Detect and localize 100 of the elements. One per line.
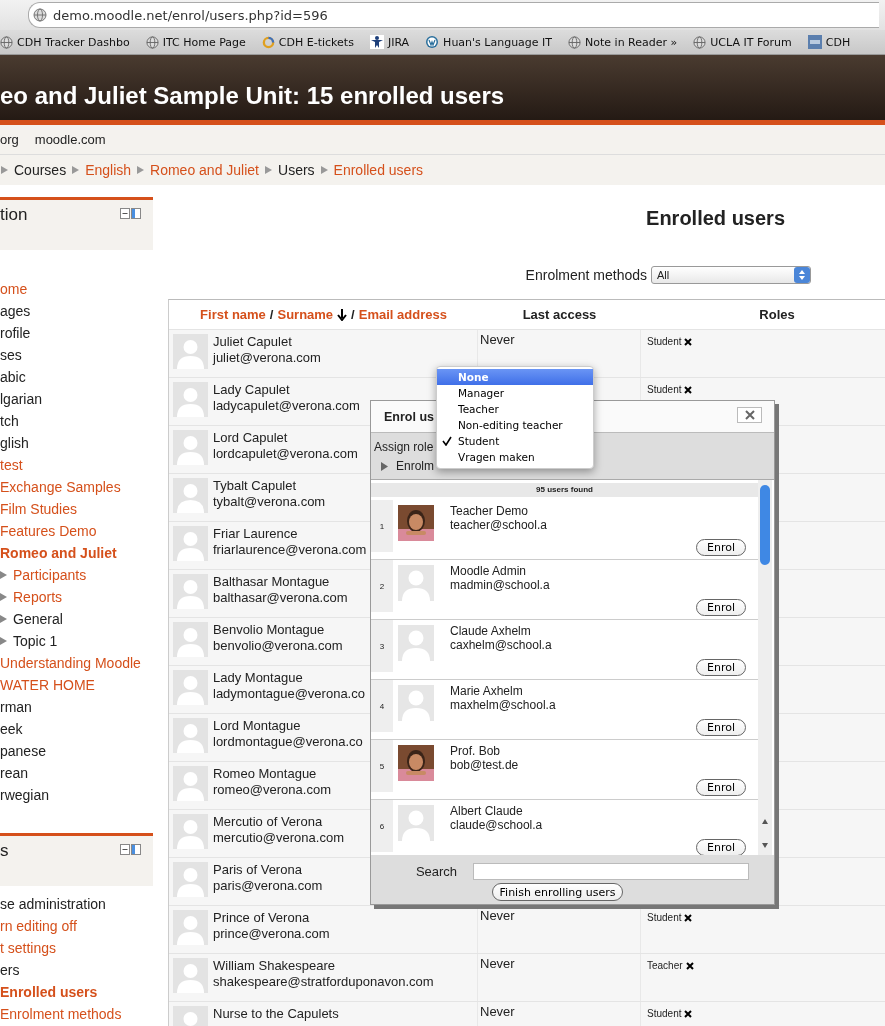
nav-item[interactable]: test [0,454,23,476]
remove-icon[interactable] [684,385,693,394]
ring-icon[interactable] [261,35,275,49]
nav-item[interactable]: rofile [0,322,31,344]
user-name: Lady Capulet [213,382,291,398]
bookmark-link[interactable]: ITC Home Page [162,35,246,49]
nav-item[interactable]: ers [0,959,20,981]
globe-icon[interactable] [0,35,13,49]
bookmark-link[interactable]: CDH E-tickets [278,35,354,49]
expand-arrow-icon[interactable] [0,570,7,580]
enrol-button[interactable]: Enrol [696,779,746,796]
nav-item[interactable]: Understanding Moodle [0,652,141,674]
remove-icon[interactable] [685,961,694,970]
finish-button[interactable]: Finish enrolling users [491,883,624,901]
sort-link[interactable]: Email address [358,307,447,322]
expand-arrow-icon[interactable] [0,592,7,602]
globe-icon[interactable] [568,35,582,49]
bookmark-link[interactable]: CDH Tracker Dashbo [17,35,130,49]
nav-item[interactable]: abic [0,366,26,388]
nav-item[interactable]: Enrolment methods [0,1003,122,1025]
nav-item[interactable]: Enrolled users [0,981,98,1003]
nav-item[interactable]: rwegian [0,784,50,806]
breadcrumb-item[interactable]: Enrolled users [333,162,424,178]
block-controls-icon[interactable] [120,844,141,855]
bookmark-link[interactable]: JIRA [387,35,410,49]
nav-link[interactable]: org [0,132,19,147]
bookmark-link[interactable]: Note in Reader » [585,35,678,49]
nav-item[interactable]: ome [0,278,28,300]
nav-item[interactable]: t settings [0,937,57,959]
address-bar[interactable]: demo.moodle.net/enrol/users.php?id=596 [28,2,879,28]
enrol-button[interactable]: Enrol [696,659,746,676]
menu-item[interactable]: Non-editing teacher [437,417,593,433]
menu-item[interactable]: Manager [437,385,593,401]
options-label[interactable]: Enrolm [396,459,434,473]
nav-item[interactable]: Topic 1 [13,630,58,652]
menu-item[interactable]: Teacher [437,401,593,417]
breadcrumb-arrow-icon [264,165,273,175]
enrol-button[interactable]: Enrol [696,539,746,556]
figure-icon[interactable] [369,35,384,49]
nav-item[interactable]: Film Studies [0,498,78,520]
menu-item[interactable]: Student [437,433,593,449]
nav-item[interactable]: WATER HOME [0,674,95,696]
square-icon[interactable] [807,35,822,49]
sort-link[interactable]: First name [200,307,266,322]
role-tag: Student [647,912,682,923]
user-name: Paris of Verona [213,862,303,878]
nav-item[interactable]: eek [0,718,23,740]
nav-item[interactable]: rn editing off [0,915,77,937]
enrol-button[interactable]: Enrol [696,599,746,616]
nav-item[interactable]: ses [0,344,22,366]
expand-arrow-icon[interactable] [0,614,7,624]
avatar-icon [173,718,208,753]
nav-item[interactable]: tch [0,410,19,432]
nav-item[interactable]: Features Demo [0,520,97,542]
search-field[interactable] [473,863,750,880]
close-button[interactable] [737,407,762,423]
nav-item[interactable]: rean [0,762,29,784]
nav-item[interactable]: Exchange Samples [0,476,121,498]
nav-item[interactable]: Romeo and Juliet [0,542,117,564]
menu-item[interactable]: None [437,369,593,385]
remove-icon[interactable] [684,913,693,922]
nav-item[interactable]: rman [0,696,32,718]
breadcrumb-item[interactable]: Romeo and Juliet [150,162,259,178]
enrolment-methods-select[interactable]: All [651,266,811,284]
sort-link[interactable]: Surname [277,307,334,322]
select-arrows-icon [794,267,810,283]
expand-arrow-icon[interactable] [0,636,7,646]
bookmark-link[interactable]: Huan's Language IT [443,35,553,49]
globe-icon [33,8,47,22]
globe-icon[interactable] [145,35,159,49]
scrollbar[interactable] [758,480,772,855]
nav-item[interactable]: ages [0,300,31,322]
nav-item[interactable]: lgarian [0,388,43,410]
expand-arrow-icon[interactable] [381,460,388,472]
role-tag: Student [647,336,682,347]
bookmark-link[interactable]: CDH [825,35,851,49]
remove-icon[interactable] [684,337,693,346]
remove-icon[interactable] [684,1009,693,1018]
row-number: 2 [371,560,393,612]
block-controls-icon[interactable] [120,208,141,219]
assign-role-label: Assign role [374,439,434,456]
nav-item[interactable]: General [13,608,63,630]
user-email: benvolio@verona.com [213,638,343,654]
menu-item[interactable]: Vragen maken [437,449,593,465]
circle-icon[interactable] [425,35,440,49]
breadcrumb-item[interactable]: English [85,162,132,178]
breadcrumb-item[interactable]: Courses [14,162,67,178]
nav-item[interactable]: se administration [0,893,106,915]
user-name: Prof. Bob [450,744,502,758]
nav-item[interactable]: Participants [13,564,87,586]
bookmark-link[interactable]: UCLA IT Forum [710,35,792,49]
breadcrumb-item[interactable]: Users [278,162,315,178]
enrol-button[interactable]: Enrol [696,839,746,855]
nav-item[interactable]: Reports [13,586,63,608]
nav-item[interactable]: panese [0,740,46,762]
globe-icon[interactable] [693,35,707,49]
enrol-button[interactable]: Enrol [696,719,746,736]
user-email: caxhelm@school.a [450,638,553,652]
nav-item[interactable]: glish [0,432,29,454]
nav-link[interactable]: moodle.com [34,132,106,147]
